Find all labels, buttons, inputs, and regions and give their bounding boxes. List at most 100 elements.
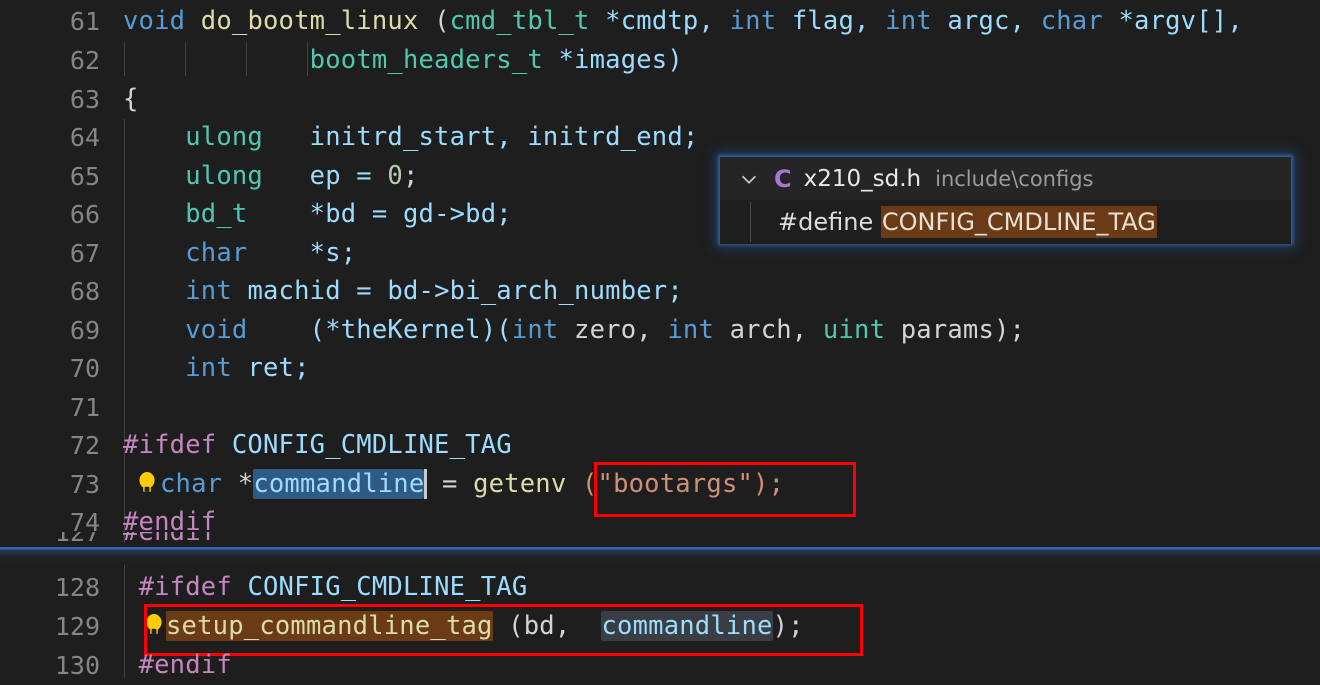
line-number: 63: [69, 84, 100, 114]
token-param: argc,: [931, 6, 1041, 37]
line-number: 69: [69, 315, 100, 345]
peek-header[interactable]: C x210_sd.h include\configs: [720, 157, 1291, 200]
token-keyword: void: [185, 315, 248, 346]
token-preprocessor: #endif: [138, 650, 232, 681]
code-line[interactable]: 71: [0, 388, 1320, 427]
line-number: 65: [69, 161, 100, 191]
line-content[interactable]: char *commandline = getenv ("bootargs");: [100, 468, 785, 500]
token-preprocessor: #ifdef: [123, 430, 217, 461]
token-string-call: ("bootargs");: [581, 468, 785, 499]
line-content[interactable]: void (*theKernel)(int zero, int arch, ui…: [100, 315, 1025, 345]
line-content[interactable]: #endif: [100, 650, 232, 680]
code-line[interactable]: 69 void (*theKernel)(int zero, int arch,…: [0, 311, 1320, 350]
token-macro: CONFIG_CMDLINE_TAG: [231, 572, 528, 603]
token-identifier: initrd_start, initrd_end;: [262, 122, 699, 153]
code-action-lightbulb-icon[interactable]: [134, 470, 160, 496]
editor-split-separator: [0, 547, 1320, 563]
line-number: 128: [54, 572, 100, 602]
line-number: 127: [54, 532, 100, 547]
code-line[interactable]: 61 void do_bootm_linux (cmd_tbl_t *cmdtp…: [0, 2, 1320, 41]
highlighted-symbol[interactable]: setup_commandline_tag: [166, 611, 493, 642]
token-brace: {: [123, 84, 139, 115]
token-keyword: int: [885, 6, 932, 37]
token-keyword: int: [185, 276, 232, 307]
token-macro: CONFIG_CMDLINE_TAG: [216, 430, 512, 461]
token-type: ulong: [185, 122, 263, 153]
code-editor[interactable]: 61 void do_bootm_linux (cmd_tbl_t *cmdtp…: [0, 0, 1320, 680]
token-identifier: *s;: [247, 238, 357, 269]
token-param: flag,: [776, 6, 886, 37]
token-type: ulong: [185, 161, 263, 192]
line-content[interactable]: #ifdef CONFIG_CMDLINE_TAG: [100, 430, 512, 460]
token-keyword: char: [1040, 6, 1103, 37]
code-line[interactable]: 62 bootm_headers_t *images): [0, 41, 1320, 80]
code-line[interactable]: 72 #ifdef CONFIG_CMDLINE_TAG: [0, 426, 1320, 465]
code-line[interactable]: 73 char *commandline = getenv ("bootargs…: [0, 465, 1320, 504]
line-number: 62: [69, 45, 100, 75]
line-number: 73: [69, 469, 100, 499]
text-cursor: [424, 468, 428, 499]
code-line[interactable]: 129 setup_commandline_tag (bd, commandli…: [0, 607, 1320, 646]
line-content[interactable]: int machid = bd->bi_arch_number;: [100, 276, 683, 306]
peek-code-line[interactable]: #define CONFIG_CMDLINE_TAG: [720, 206, 1157, 238]
token-param: arch,: [714, 315, 823, 346]
token-function: do_bootm_linux: [200, 6, 419, 37]
line-content[interactable]: {: [100, 84, 139, 114]
line-number: 71: [69, 392, 100, 422]
token-keyword: void: [123, 6, 186, 37]
code-line[interactable]: 64 ulong initrd_start, initrd_end;: [0, 118, 1320, 157]
token-keyword: int: [667, 315, 715, 346]
code-line[interactable]: 130 #endif: [0, 646, 1320, 685]
c-language-icon: C: [774, 164, 792, 193]
chevron-down-icon[interactable]: [738, 168, 760, 190]
token-type: uint: [822, 315, 886, 346]
line-content[interactable]: #endif: [100, 532, 216, 547]
line-number: 67: [69, 238, 100, 268]
line-content[interactable]: bd_t *bd = gd->bd;: [100, 199, 512, 229]
line-content[interactable]: char *s;: [100, 238, 356, 268]
selected-text[interactable]: commandline: [253, 468, 425, 499]
code-line[interactable]: 128 #ifdef CONFIG_CMDLINE_TAG: [0, 568, 1320, 607]
line-content[interactable]: ulong initrd_start, initrd_end;: [100, 122, 698, 152]
line-content[interactable]: setup_commandline_tag (bd, commandline);: [100, 611, 804, 642]
token-keyword: int: [729, 6, 777, 37]
token-param: *images): [542, 45, 683, 76]
token-preprocessor: #endif: [123, 532, 217, 548]
token-keyword: char: [185, 238, 248, 269]
token-type: bootm_headers_t: [309, 45, 543, 76]
token-preprocessor: #ifdef: [138, 572, 232, 603]
peek-file-path: include\configs: [935, 166, 1094, 191]
token-param: *argv[],: [1102, 6, 1243, 37]
peek-body[interactable]: #define CONFIG_CMDLINE_TAG: [720, 200, 1291, 244]
token-identifier: *bd = gd->bd;: [247, 199, 512, 230]
token-identifier: machid = bd->bi_arch_number;: [231, 276, 683, 307]
token-param: zero,: [558, 315, 668, 346]
line-number: 129: [54, 611, 100, 641]
word-occurrence-highlight[interactable]: commandline: [601, 611, 773, 642]
line-number: 68: [69, 276, 100, 306]
line-number: 130: [54, 650, 100, 680]
line-content[interactable]: ulong ep = 0;: [100, 161, 419, 191]
token-param: params);: [885, 315, 1026, 346]
token-number: 0: [387, 161, 403, 192]
line-content[interactable]: bootm_headers_t *images): [100, 45, 683, 75]
peek-gutter-divider: [750, 202, 751, 242]
peek-definition-popup[interactable]: C x210_sd.h include\configs #define CONF…: [719, 156, 1292, 244]
code-line[interactable]: 63 {: [0, 80, 1320, 119]
line-number: 72: [69, 430, 100, 460]
line-content[interactable]: int ret;: [100, 353, 310, 383]
token-keyword: int: [511, 315, 559, 346]
code-action-lightbulb-icon[interactable]: [141, 612, 167, 638]
code-line[interactable]: 68 int machid = bd->bi_arch_number;: [0, 272, 1320, 311]
line-number: 61: [69, 6, 100, 36]
token-param: *cmdtp,: [589, 6, 730, 37]
line-content[interactable]: #ifdef CONFIG_CMDLINE_TAG: [100, 572, 528, 603]
line-number: 64: [69, 122, 100, 152]
line-number: 66: [69, 199, 100, 229]
peek-file-name[interactable]: x210_sd.h: [804, 166, 921, 192]
token-punctuation: (: [418, 6, 450, 37]
token-type: cmd_tbl_t: [449, 6, 590, 37]
token-identifier: ret;: [231, 353, 310, 384]
line-content[interactable]: void do_bootm_linux (cmd_tbl_t *cmdtp, i…: [100, 6, 1243, 36]
code-line[interactable]: 70 int ret;: [0, 349, 1320, 388]
